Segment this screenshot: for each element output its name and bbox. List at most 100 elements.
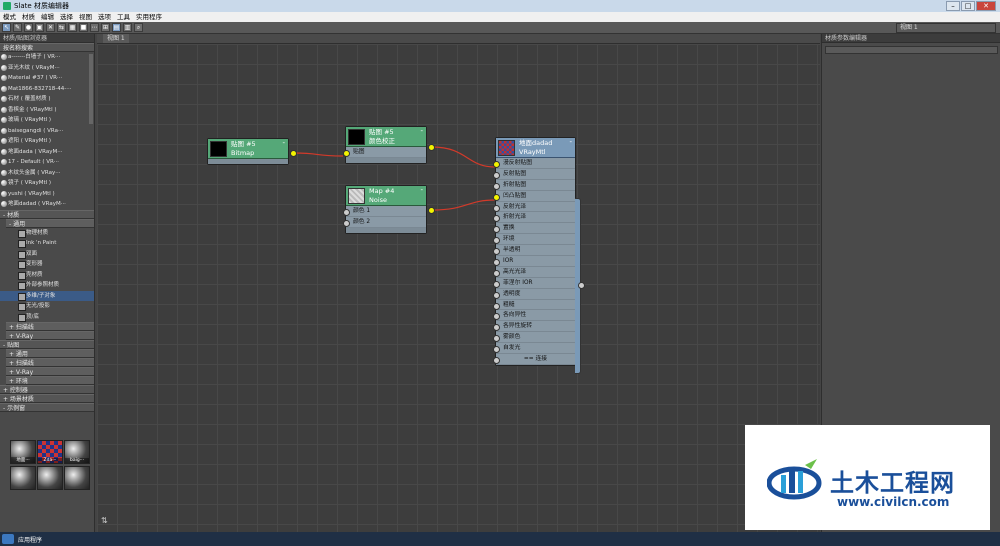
output-port[interactable] [428, 207, 435, 214]
list-item[interactable]: 遮阳 ( VRayMtl ) [0, 136, 94, 147]
list-item[interactable]: 地面dada ( VRayM··· [0, 147, 94, 158]
scanline-materials-rollout[interactable]: + 扫描线 [6, 322, 94, 331]
list-item[interactable]: 物理材质 [0, 228, 94, 239]
sample-slot[interactable]: baig··· [64, 440, 90, 464]
view-selector[interactable]: 视图 1 [896, 23, 996, 33]
background-icon[interactable]: ■ [79, 23, 88, 32]
minimize-icon[interactable]: – [946, 1, 960, 11]
input-slot[interactable]: 高光光泽 [493, 267, 575, 278]
list-item[interactable]: 顶/底 [0, 312, 94, 323]
sample-slot[interactable]: 地面··· [10, 440, 36, 464]
maximize-icon[interactable]: □ [961, 1, 975, 11]
list-item[interactable]: 玻璃 ( VRayMtl ) [0, 115, 94, 126]
taskbar-item[interactable]: 应用程序 [18, 535, 42, 544]
input-slot[interactable]: 折射贴图 [493, 180, 575, 191]
menu-material[interactable]: 材质 [22, 12, 35, 22]
maps-environment-rollout[interactable]: + 环境 [6, 376, 94, 385]
noise-node[interactable]: Map #4 Noise - 颜色 1 颜色 2 [343, 185, 435, 234]
maps-scanline-rollout[interactable]: + 扫描线 [6, 358, 94, 367]
materials-rollout[interactable]: - 材质 [0, 209, 94, 219]
menu-mode[interactable]: 模式 [3, 12, 16, 22]
zoom-icon[interactable]: ⌕ [134, 23, 143, 32]
list-item[interactable]: baisegangdi ( VRa··· [0, 126, 94, 137]
bitmap-node[interactable]: 贴图 #5 Bitmap - [207, 138, 297, 165]
input-slot[interactable]: 透明度 [493, 289, 575, 300]
list-item[interactable]: Mat1866-832718-44-··· [0, 84, 94, 95]
collapse-icon[interactable]: - [569, 138, 572, 147]
input-slot[interactable]: 半透明 [493, 245, 575, 257]
delete-icon[interactable]: ✕ [46, 23, 55, 32]
pointer-icon[interactable]: ↖ [2, 23, 11, 32]
menu-tools[interactable]: 工具 [117, 12, 130, 22]
input-slot[interactable]: 折射光泽 [493, 212, 575, 224]
collapse-icon[interactable]: - [420, 186, 423, 195]
navigate-icon[interactable]: ⇅ [101, 516, 109, 525]
list-item[interactable]: 镜子 ( VRayMtl ) [0, 178, 94, 189]
node-header[interactable]: Map #4 Noise - [346, 186, 426, 206]
sample-slot[interactable] [64, 465, 90, 490]
menu-options[interactable]: 选项 [98, 12, 111, 22]
scrollbar[interactable] [89, 54, 93, 124]
sample-slot[interactable]: Zda··· [37, 440, 63, 464]
list-item[interactable]: Material #37 ( VR··· [0, 73, 94, 84]
sample-slot[interactable] [37, 465, 63, 490]
maps-vray-rollout[interactable]: + V-Ray [6, 367, 94, 376]
input-slot[interactable]: 雾颜色 [493, 332, 575, 344]
node-view[interactable]: 贴图 #5 Bitmap - 贴图 #5 颜色校正 - 贴图 Map #4 No… [97, 44, 820, 532]
maps-rollout[interactable]: - 贴图 [0, 340, 94, 349]
list-item[interactable]: 香槟金 ( VRayMtl ) [0, 105, 94, 116]
list-item[interactable]: 变形器 [0, 259, 94, 270]
input-slot[interactable]: 环境 [493, 234, 575, 246]
input-slot[interactable]: 贴图 [343, 147, 426, 158]
move-children-icon[interactable]: ⇆ [57, 23, 66, 32]
close-icon[interactable]: ✕ [976, 1, 996, 11]
list-item[interactable]: 石材 ( 覆盖材质 ) [0, 94, 94, 105]
controllers-rollout[interactable]: + 控制器 [0, 385, 94, 394]
vray-materials-rollout[interactable]: + V-Ray [6, 331, 94, 340]
menu-edit[interactable]: 编辑 [41, 12, 54, 22]
list-item[interactable]: 亚光木纹 ( VRayM··· [0, 63, 94, 74]
input-slot[interactable]: 自发光 [493, 343, 575, 355]
eyedropper-icon[interactable]: ✎ [13, 23, 22, 32]
layout-icon[interactable]: ⋯ [90, 23, 99, 32]
input-slot[interactable]: 颜色 2 [343, 217, 426, 228]
color-correct-node[interactable]: 贴图 #5 颜色校正 - 贴图 [343, 126, 435, 164]
list-item[interactable]: 双面 [0, 249, 94, 260]
output-port[interactable] [428, 144, 435, 151]
list-item-selected[interactable]: 多维/子对象 [0, 290, 94, 301]
input-slot[interactable]: 反射光泽 [493, 202, 575, 213]
list-item[interactable]: 无光/投影 [0, 301, 94, 312]
input-slot[interactable]: 颜色 1 [343, 206, 426, 217]
list-item[interactable]: 17 - Default ( VR··· [0, 157, 94, 168]
input-slot[interactable]: 各异性旋转 [493, 321, 575, 333]
node-header[interactable]: 贴图 #5 颜色校正 - [346, 127, 426, 147]
tab-view-1[interactable]: 视图 1 [103, 34, 129, 43]
input-slot[interactable]: 各向异性 [493, 310, 575, 322]
assign-icon[interactable]: ▣ [35, 23, 44, 32]
list-item[interactable]: Ink 'n Paint [0, 238, 94, 249]
show-map-icon[interactable]: ▦ [68, 23, 77, 32]
vray-material-node[interactable]: 地面dadad VRayMtl - 漫反射贴图 反射贴图 折射贴图 凹凸贴图 反… [493, 137, 585, 374]
general-materials-rollout[interactable]: - 通用 [6, 218, 94, 228]
node-header[interactable]: 贴图 #5 Bitmap - [208, 139, 288, 159]
list-item[interactable]: a-------白墙子 ( VR··· [0, 52, 94, 63]
list-item[interactable]: 壳材质 [0, 270, 94, 281]
output-port[interactable] [290, 150, 297, 157]
input-slot[interactable]: 漫反射贴图 [493, 158, 575, 169]
menu-select[interactable]: 选择 [60, 12, 73, 22]
material-icon[interactable]: ● [24, 23, 33, 32]
menu-utilities[interactable]: 实用程序 [136, 12, 162, 22]
start-icon[interactable] [2, 534, 14, 544]
list-item[interactable]: 地面dadad ( VRayM··· [0, 199, 94, 210]
maps-general-rollout[interactable]: + 通用 [6, 349, 94, 358]
input-slot[interactable]: 粗糙 [493, 300, 575, 311]
input-slot[interactable]: 菲涅尔 IOR [493, 278, 575, 289]
collapse-icon[interactable]: - [282, 139, 285, 148]
output-port[interactable] [578, 282, 585, 289]
list-item[interactable]: 外部参照材质 [0, 280, 94, 291]
layout-children-icon[interactable]: ⊞ [101, 23, 110, 32]
parameter-editor-icon[interactable]: ▤ [112, 23, 121, 32]
list-item[interactable]: yushi ( VRayMtl ) [0, 189, 94, 200]
input-slot[interactable]: 反射贴图 [493, 169, 575, 180]
list-item[interactable]: 木纹头金属 ( VRay··· [0, 168, 94, 179]
